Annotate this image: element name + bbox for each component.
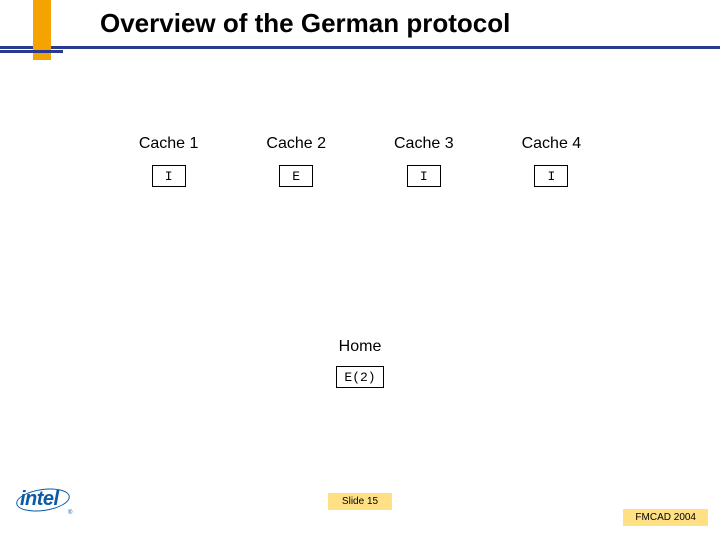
cache-col-2: Cache 2 E [266,135,326,187]
cache-label: Cache 2 [266,135,326,153]
cache-label: Cache 4 [522,135,582,153]
cache-label: Cache 3 [394,135,454,153]
cache-state-box: I [407,165,441,187]
cache-label: Cache 1 [139,135,199,153]
cache-col-1: Cache 1 I [139,135,199,187]
cache-col-3: Cache 3 I [394,135,454,187]
cache-state-box: E [279,165,313,187]
page-title: Overview of the German protocol [100,8,510,39]
registered-trademark-icon: ® [68,510,72,516]
footer-conference-badge: FMCAD 2004 [623,509,708,526]
home-state-box: E(2) [336,366,384,388]
slide-number-badge: Slide 15 [328,493,392,510]
cache-state-box: I [152,165,186,187]
caches-row: Cache 1 I Cache 2 E Cache 3 I Cache 4 I [0,135,720,187]
intel-logo: intel ® [20,488,80,518]
header-rule-short [0,50,63,53]
home-label: Home [339,338,382,356]
cache-state-box: I [534,165,568,187]
header-rule-long [0,46,720,49]
cache-col-4: Cache 4 I [522,135,582,187]
home-block: Home E(2) [0,338,720,388]
